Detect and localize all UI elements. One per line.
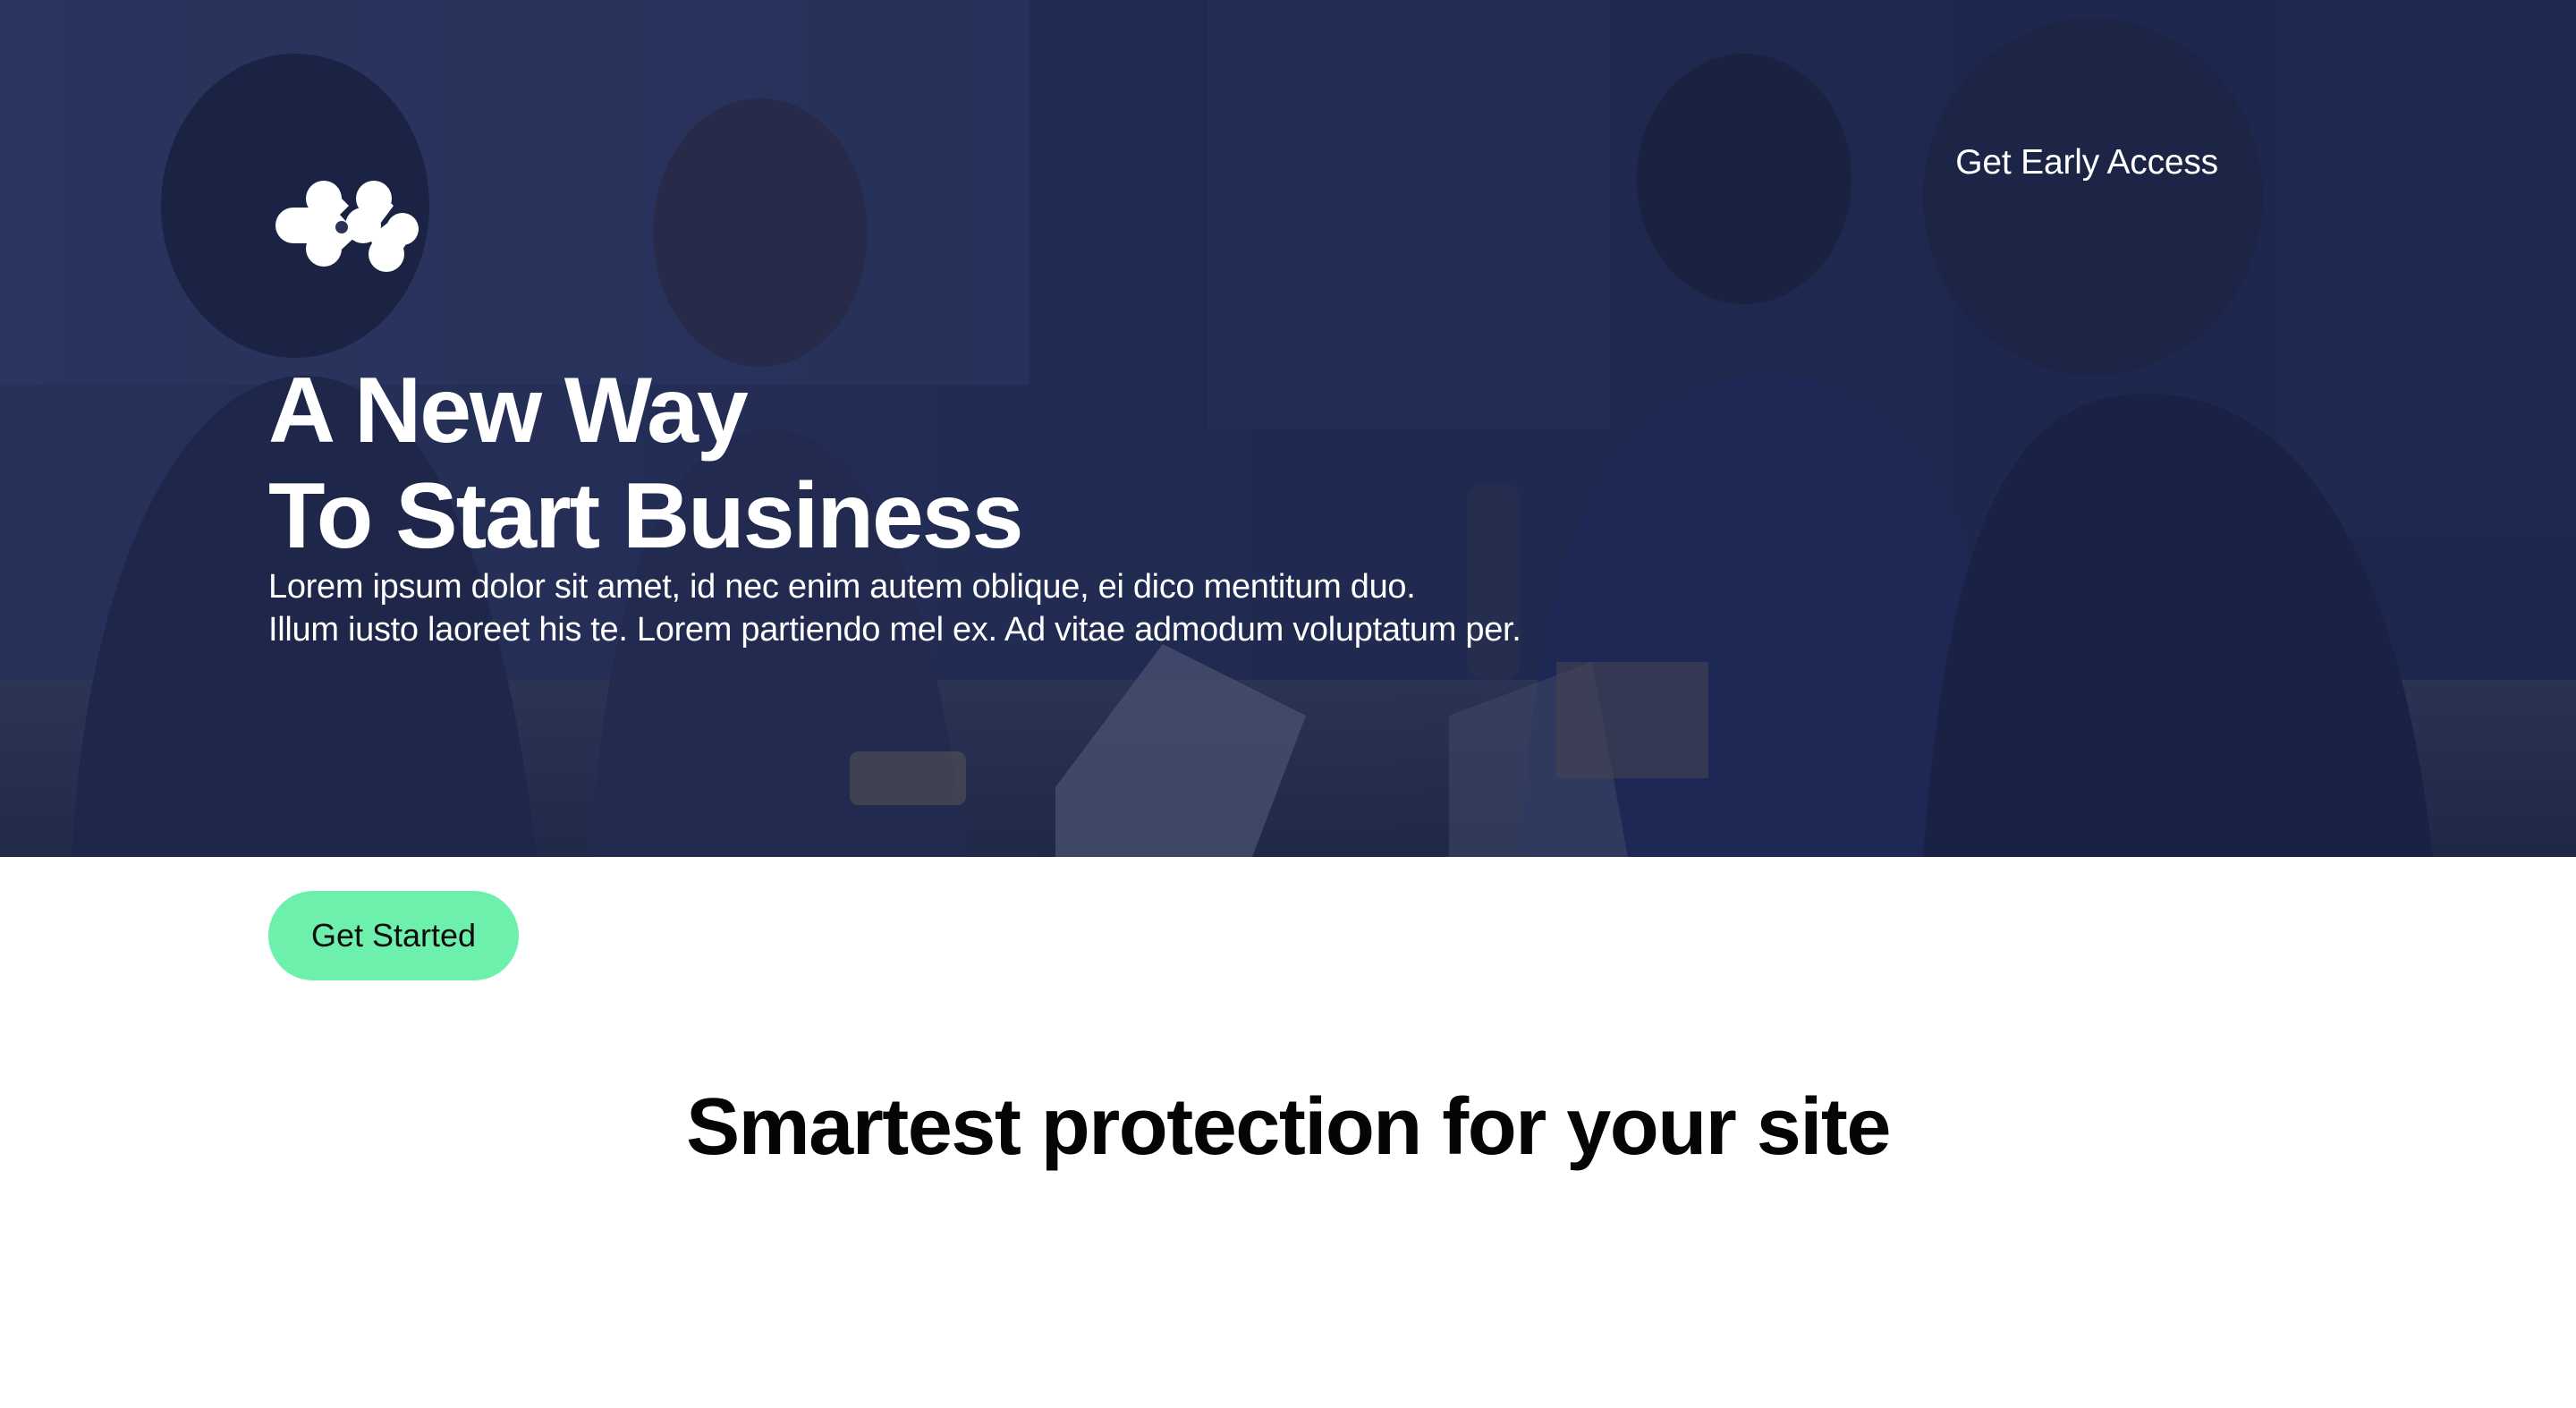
hero-subtitle-line-2: Illum iusto laoreet his te. Lorem partie… — [268, 611, 1521, 649]
get-early-access-link[interactable]: Get Early Access — [1955, 141, 2218, 184]
hero-subtitle-line-1: Lorem ipsum dolor sit amet, id nec enim … — [268, 568, 1416, 606]
hero-section: Get Early Access A New Way To Start Busi… — [0, 0, 2576, 857]
section-title: Smartest protection for your site — [686, 1082, 1891, 1172]
brand-logo-icon[interactable] — [268, 179, 420, 277]
hero-subtitle: Lorem ipsum dolor sit amet, id nec enim … — [268, 565, 1521, 651]
hero-title: A New Way To Start Business — [268, 358, 1023, 569]
hero-title-line-2: To Start Business — [268, 464, 1023, 568]
hero-title-line-1: A New Way — [268, 359, 749, 462]
get-started-button[interactable]: Get Started — [268, 891, 519, 980]
